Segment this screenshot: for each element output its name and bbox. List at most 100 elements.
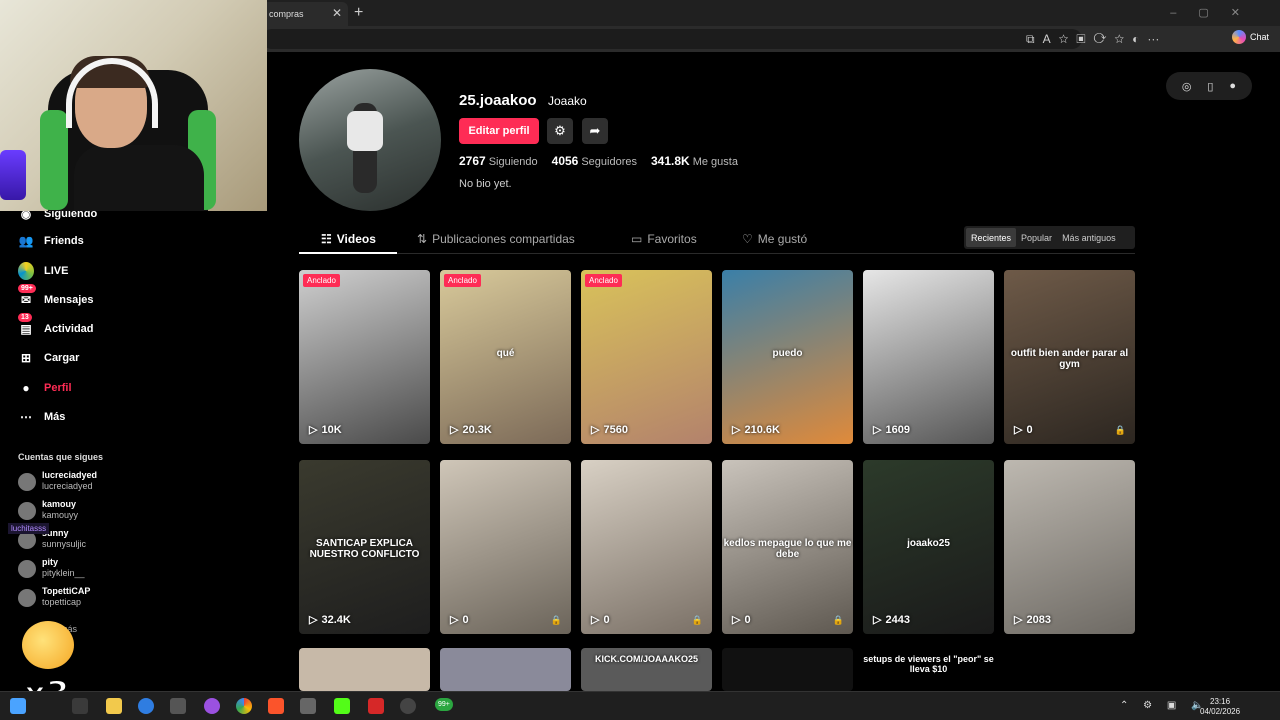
- video-card[interactable]: Anclado ▷ 10K: [299, 270, 430, 444]
- following-account[interactable]: kamouy kamouyy: [18, 499, 78, 521]
- sidebar-item-live[interactable]: LIVE: [18, 262, 68, 280]
- sidebar-item-friends[interactable]: 👥 Friends: [18, 233, 84, 249]
- edge-icon[interactable]: [138, 698, 154, 714]
- toolbar-icons[interactable]: ⧉A☆▣⟳☆◐⋯: [1026, 32, 1167, 47]
- followers-stat[interactable]: 4056 Seguidores: [552, 154, 637, 168]
- play-icon: ▷: [309, 424, 318, 436]
- view-count-value: 2443: [885, 613, 910, 626]
- new-tab-button[interactable]: +: [354, 4, 363, 22]
- video-caption: qué: [496, 348, 515, 359]
- settings-button[interactable]: ⚙: [547, 118, 573, 144]
- app-icon[interactable]: [170, 698, 186, 714]
- sidebar-item-mas[interactable]: ⋯ Más: [18, 409, 65, 425]
- sort-toggle: Recientes Popular Más antiguos: [964, 226, 1135, 249]
- app-icon[interactable]: [400, 698, 416, 714]
- explorer-icon[interactable]: [106, 698, 122, 714]
- profile-avatar[interactable]: [299, 69, 441, 211]
- window-controls[interactable]: –▢✕: [1170, 6, 1262, 19]
- following-label: Siguiendo: [488, 156, 538, 168]
- video-card[interactable]: setups de viewers el "peor" se lleva $10: [863, 648, 994, 691]
- chat-button[interactable]: Chat: [1232, 30, 1269, 44]
- video-caption: setups de viewers el "peor" se lleva $10: [863, 654, 994, 674]
- pinned-badge: Anclado: [303, 274, 340, 287]
- video-card[interactable]: ▷ 0 🔒: [440, 460, 571, 634]
- play-icon: ▷: [732, 614, 741, 626]
- profile-username: 25.joaakoo: [459, 92, 537, 109]
- sidebar-item-label: Perfil: [44, 382, 72, 394]
- chrome-icon[interactable]: [236, 698, 252, 714]
- following-account[interactable]: pity pityklein__: [18, 557, 85, 579]
- video-caption: joaako25: [907, 538, 950, 549]
- video-card[interactable]: Anclado qué ▷ 20.3K: [440, 270, 571, 444]
- tab-favorites-label: Favoritos: [647, 232, 697, 246]
- sort-recent[interactable]: Recientes: [966, 228, 1017, 247]
- video-card[interactable]: outfit bien ander parar al gym ▷ 0 🔒: [1004, 270, 1135, 444]
- view-count: ▷ 32.4K: [309, 613, 351, 627]
- tab-liked[interactable]: ♡ Me gustó: [742, 232, 807, 246]
- phone-icon[interactable]: ▯: [1207, 80, 1213, 93]
- following-account[interactable]: TopettiCAP topetticap: [18, 586, 90, 608]
- edit-profile-button[interactable]: Editar perfil: [459, 118, 539, 144]
- share-button[interactable]: ➦: [582, 118, 608, 144]
- kick-icon[interactable]: [334, 698, 350, 714]
- following-account[interactable]: lucreciadyed lucreciadyed: [18, 470, 97, 492]
- top-right-actions[interactable]: ◎ ▯ ●: [1166, 72, 1252, 100]
- video-card[interactable]: Anclado ▷ 7560: [581, 270, 712, 444]
- lock-icon: 🔒: [832, 615, 844, 625]
- cam-light: [0, 150, 26, 200]
- video-card[interactable]: ▷ 0 🔒: [581, 460, 712, 634]
- taskview-icon[interactable]: [72, 698, 88, 714]
- sort-oldest[interactable]: Más antiguos: [1057, 228, 1121, 247]
- taskbar: 99+ ⌃ ⚙ ▣ 🔈 23:16 04/02/2026: [0, 691, 1280, 720]
- search-icon[interactable]: [300, 698, 316, 714]
- heart-icon: ♡: [742, 232, 753, 246]
- video-card[interactable]: joaako25 ▷ 2443: [863, 460, 994, 634]
- app-icon[interactable]: [368, 698, 384, 714]
- following-section-title: Cuentas que sigues: [18, 452, 104, 462]
- compass-icon[interactable]: ◎: [1182, 80, 1192, 93]
- video-card[interactable]: KICK.COM/JOAAAKO25: [581, 648, 712, 691]
- video-card[interactable]: [299, 648, 430, 691]
- account-name: pity: [42, 557, 59, 567]
- sidebar-item-perfil[interactable]: ● Perfil: [18, 380, 72, 396]
- tab-shared-posts[interactable]: ⇅ Publicaciones compartidas: [417, 232, 575, 246]
- address-bar[interactable]: [262, 29, 1082, 49]
- start-icon[interactable]: [10, 698, 26, 714]
- browser-tab[interactable]: compras ✕: [262, 2, 348, 26]
- whatsapp-icon[interactable]: 99+: [435, 698, 453, 711]
- brave-icon[interactable]: [268, 698, 284, 714]
- following-stat[interactable]: 2767 Siguiendo: [459, 154, 538, 168]
- account-username: lucreciadyed: [42, 481, 93, 491]
- repost-icon: ⇅: [417, 232, 428, 246]
- sidebar-item-cargar[interactable]: ⊞ Cargar: [18, 350, 80, 366]
- lock-icon: 🔒: [691, 615, 703, 625]
- video-card[interactable]: kedlos mepague lo que me debe ▷ 0 🔒: [722, 460, 853, 634]
- view-count: ▷ 0: [591, 613, 610, 627]
- user-avatar-icon[interactable]: ●: [1229, 80, 1236, 92]
- app-icon[interactable]: [204, 698, 220, 714]
- tab-videos[interactable]: ☷ Videos: [321, 232, 376, 246]
- video-card[interactable]: ▷ 2083: [1004, 460, 1135, 634]
- video-card[interactable]: puedo ▷ 210.6K: [722, 270, 853, 444]
- view-count: ▷ 7560: [591, 423, 628, 437]
- pinned-badge: Anclado: [585, 274, 622, 287]
- sidebar-item-mensajes[interactable]: ✉ 99+ Mensajes: [18, 284, 94, 308]
- view-count-value: 0: [462, 613, 469, 626]
- play-icon: ▷: [873, 424, 882, 436]
- video-card[interactable]: SANTICAP EXPLICA NUESTRO CONFLICTO ▷ 32.4K: [299, 460, 430, 634]
- close-tab-icon[interactable]: ✕: [332, 6, 342, 20]
- notification-badge: 13: [18, 313, 32, 322]
- clock[interactable]: 23:16 04/02/2026: [1200, 697, 1240, 717]
- sidebar-item-actividad[interactable]: ▤ 13 Actividad: [18, 313, 94, 337]
- copilot-icon: [1232, 30, 1246, 44]
- system-tray[interactable]: ⌃ ⚙ ▣ 🔈: [1120, 700, 1210, 711]
- lock-icon: 🔒: [550, 615, 562, 625]
- likes-label: Me gusta: [692, 156, 738, 168]
- video-card[interactable]: [440, 648, 571, 691]
- video-card[interactable]: ▷ 1609: [863, 270, 994, 444]
- sort-popular[interactable]: Popular: [1016, 228, 1057, 247]
- play-icon: ▷: [309, 614, 318, 626]
- sidebar-item-label: Cargar: [44, 352, 80, 364]
- tab-favorites[interactable]: ▭ Favoritos: [631, 232, 697, 246]
- video-card[interactable]: [722, 648, 853, 691]
